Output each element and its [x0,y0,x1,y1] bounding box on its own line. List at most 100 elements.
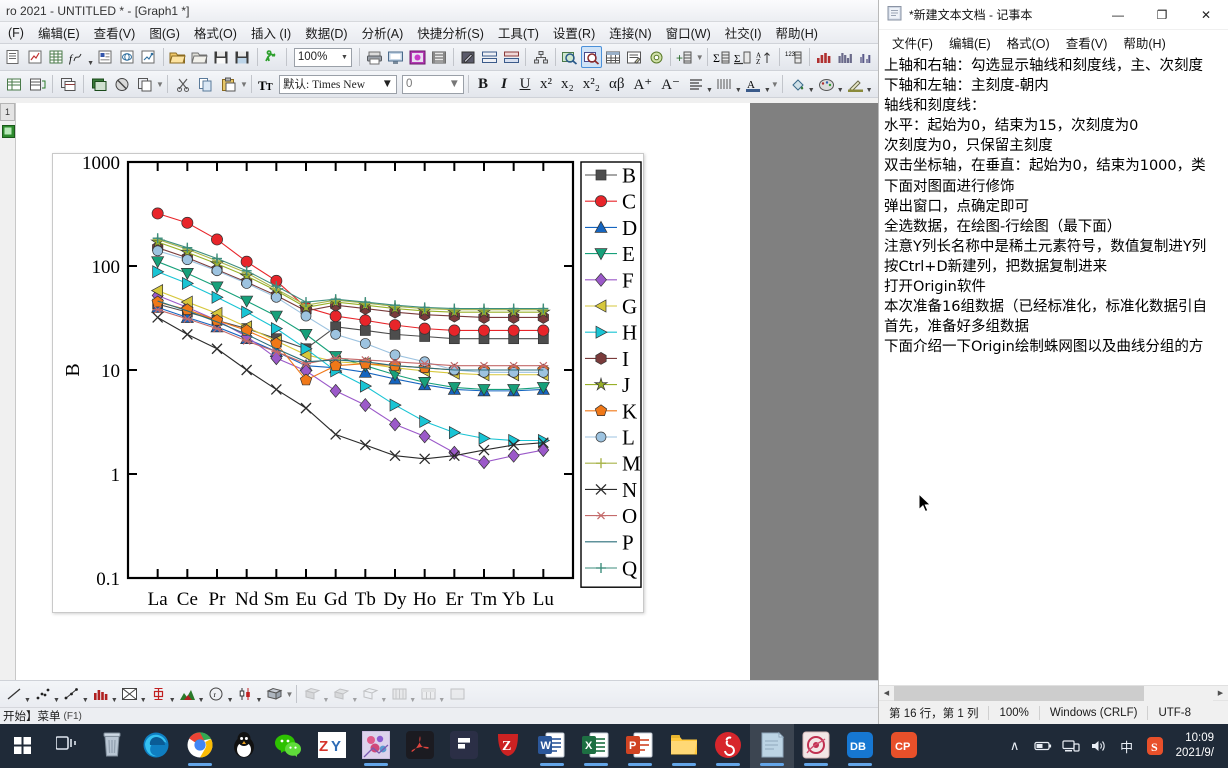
fill-area-plot-icon[interactable] [177,683,199,705]
notepad-menu-format[interactable]: 格式(O) [1000,31,1057,54]
subscript-button[interactable]: x₂ [557,74,578,95]
taskbar-app-netease-music[interactable] [706,724,750,768]
notepad-menu-view[interactable]: 查看(V) [1059,31,1115,54]
font-style-icon[interactable]: TT [256,73,278,95]
battery-icon[interactable] [1030,724,1056,768]
hierarchy-icon[interactable] [530,46,551,68]
taskbar-app-origin[interactable] [794,724,838,768]
new-graph-icon[interactable] [25,46,46,68]
taskbar-app-recycle-bin[interactable] [90,724,134,768]
greek-button[interactable]: αβ [605,74,629,95]
chart-legend[interactable]: BCDEFGHIJKLMNOPQ [580,161,642,588]
new-matrix-icon[interactable] [95,46,116,68]
new-layer-icon[interactable] [88,73,110,95]
print-icon[interactable] [364,46,385,68]
new-workbook-icon[interactable] [46,46,67,68]
graph-window-icon[interactable] [2,125,15,141]
merge-graphs-icon[interactable] [501,46,522,68]
new-function-plot-icon[interactable]: f [68,46,89,68]
menu-data[interactable]: 数据(D) [299,21,353,44]
line-symbol-plot-icon[interactable] [61,683,83,705]
refresh-icon[interactable] [646,46,667,68]
worksheet-column-icon[interactable] [26,73,48,95]
line-plot-icon[interactable] [3,683,25,705]
line-color-dropdown[interactable]: ▼ [866,87,873,97]
line-color-icon[interactable] [845,73,867,95]
decrease-font-size-button[interactable]: A⁻ [657,74,684,95]
notepad-horizontal-scrollbar[interactable]: ◀ ▶ [879,685,1228,701]
zoom-level-combo[interactable]: 100% ▼ [293,47,352,67]
project-explorer-tab[interactable]: 1 [0,103,15,121]
heatmap-icon[interactable] [417,683,439,705]
network-icon[interactable] [1058,724,1084,768]
toolbar-overflow-handle[interactable]: ▼ [240,75,248,93]
3d-surface-dropdown[interactable]: ▼ [322,697,329,707]
palette-icon[interactable] [816,73,838,95]
menu-quick-analysis[interactable]: 快捷分析(S) [411,21,490,44]
menu-tools[interactable]: 工具(T) [492,21,545,44]
taskbar-app-figma[interactable] [442,724,486,768]
font-family-combo[interactable]: 默认: Times New ▼ [279,74,397,94]
3d-wire-icon[interactable] [359,683,381,705]
menu-settings[interactable]: 设置(R) [547,21,601,44]
sort-ascending-icon[interactable]: AZ [755,46,776,68]
chevron-down-icon[interactable]: ▼ [449,78,460,90]
3d-bar-dropdown[interactable]: ▼ [351,697,358,707]
scroll-left-icon[interactable]: ◀ [879,686,894,701]
layers-icon[interactable] [479,46,500,68]
new-project-icon[interactable] [3,46,24,68]
area-plot-icon[interactable] [119,683,141,705]
scrollbar-thumb[interactable] [894,685,1144,701]
paste-icon[interactable] [218,73,240,95]
ime-indicator[interactable]: 中 [1114,724,1140,768]
notes-list-icon[interactable] [624,46,645,68]
taskbar-app-drawing-app[interactable] [354,724,398,768]
menu-window[interactable]: 窗口(W) [660,21,717,44]
notepad-menu-edit[interactable]: 编辑(E) [942,31,998,54]
notepad-menu-file[interactable]: 文件(F) [885,31,940,54]
open-excel-icon[interactable] [189,46,210,68]
edit-mode-icon[interactable] [458,46,479,68]
taskbar-app-adobe-acrobat[interactable] [398,724,442,768]
print-preview-icon[interactable] [385,46,406,68]
taskbar-app-notepad[interactable] [750,724,794,768]
menu-graph[interactable]: 图(G) [143,21,186,44]
font-color-dropdown[interactable]: ▼ [764,87,771,97]
graph1-window[interactable]: 1000 100 10 1 0.1 B La Ce Pr Nd Sm Eu Gd Tb Dy Ho Er Tm Yb… [16,103,750,680]
polar-plot-dropdown[interactable]: ▼ [227,697,234,707]
minimize-button[interactable]: — [1096,0,1140,30]
bar-chart-icon[interactable] [814,46,835,68]
underline-button[interactable]: U [515,74,535,95]
taskbar-app-zhihu[interactable]: Z [486,724,530,768]
data-table-icon[interactable] [603,46,624,68]
3d-wire-dropdown[interactable]: ▼ [380,697,387,707]
sogou-input-icon[interactable]: S [1142,724,1168,768]
fill-color-dropdown[interactable]: ▼ [808,87,815,97]
taskbar-app-qq[interactable] [222,724,266,768]
italic-button[interactable]: I [494,74,514,95]
scatter-plot-icon[interactable] [32,683,54,705]
scroll-right-icon[interactable]: ▶ [1213,686,1228,701]
ree-spider-diagram[interactable]: 1000 100 10 1 0.1 B La Ce Pr Nd Sm Eu Gd Tb Dy Ho Er Tm Yb… [53,153,643,612]
stock-plot-icon[interactable] [235,683,257,705]
toolbar-overflow-handle[interactable]: ▼ [696,48,704,66]
taskbar-app-task-view[interactable] [46,724,90,768]
layer-contents-icon[interactable] [111,73,133,95]
align-dropdown[interactable]: ▼ [706,87,713,97]
menu-edit[interactable]: 编辑(E) [32,21,86,44]
taskbar-app-google-chrome[interactable] [178,724,222,768]
3d-plot-icon[interactable] [263,683,285,705]
font-color-icon[interactable]: A [743,73,765,95]
superscript-button[interactable]: x² [536,74,556,95]
taskbar-app-microsoft-excel[interactable]: X [574,724,618,768]
taskbar-app-microsoft-word[interactable]: W [530,724,574,768]
increase-font-size-button[interactable]: A⁺ [629,74,656,95]
copy-icon[interactable] [195,73,217,95]
polar-plot-icon[interactable]: r [206,683,228,705]
graph-page[interactable]: 1000 100 10 1 0.1 B La Ce Pr Nd Sm Eu Gd Tb Dy Ho Er Tm Yb… [52,153,644,613]
taskbar-app-zotero[interactable]: ZY [310,724,354,768]
line-style-icon[interactable] [714,73,736,95]
zoom-pan-icon[interactable] [581,46,602,68]
palette-dropdown[interactable]: ▼ [837,87,844,97]
taskbar-app-microsoft-edge[interactable] [134,724,178,768]
